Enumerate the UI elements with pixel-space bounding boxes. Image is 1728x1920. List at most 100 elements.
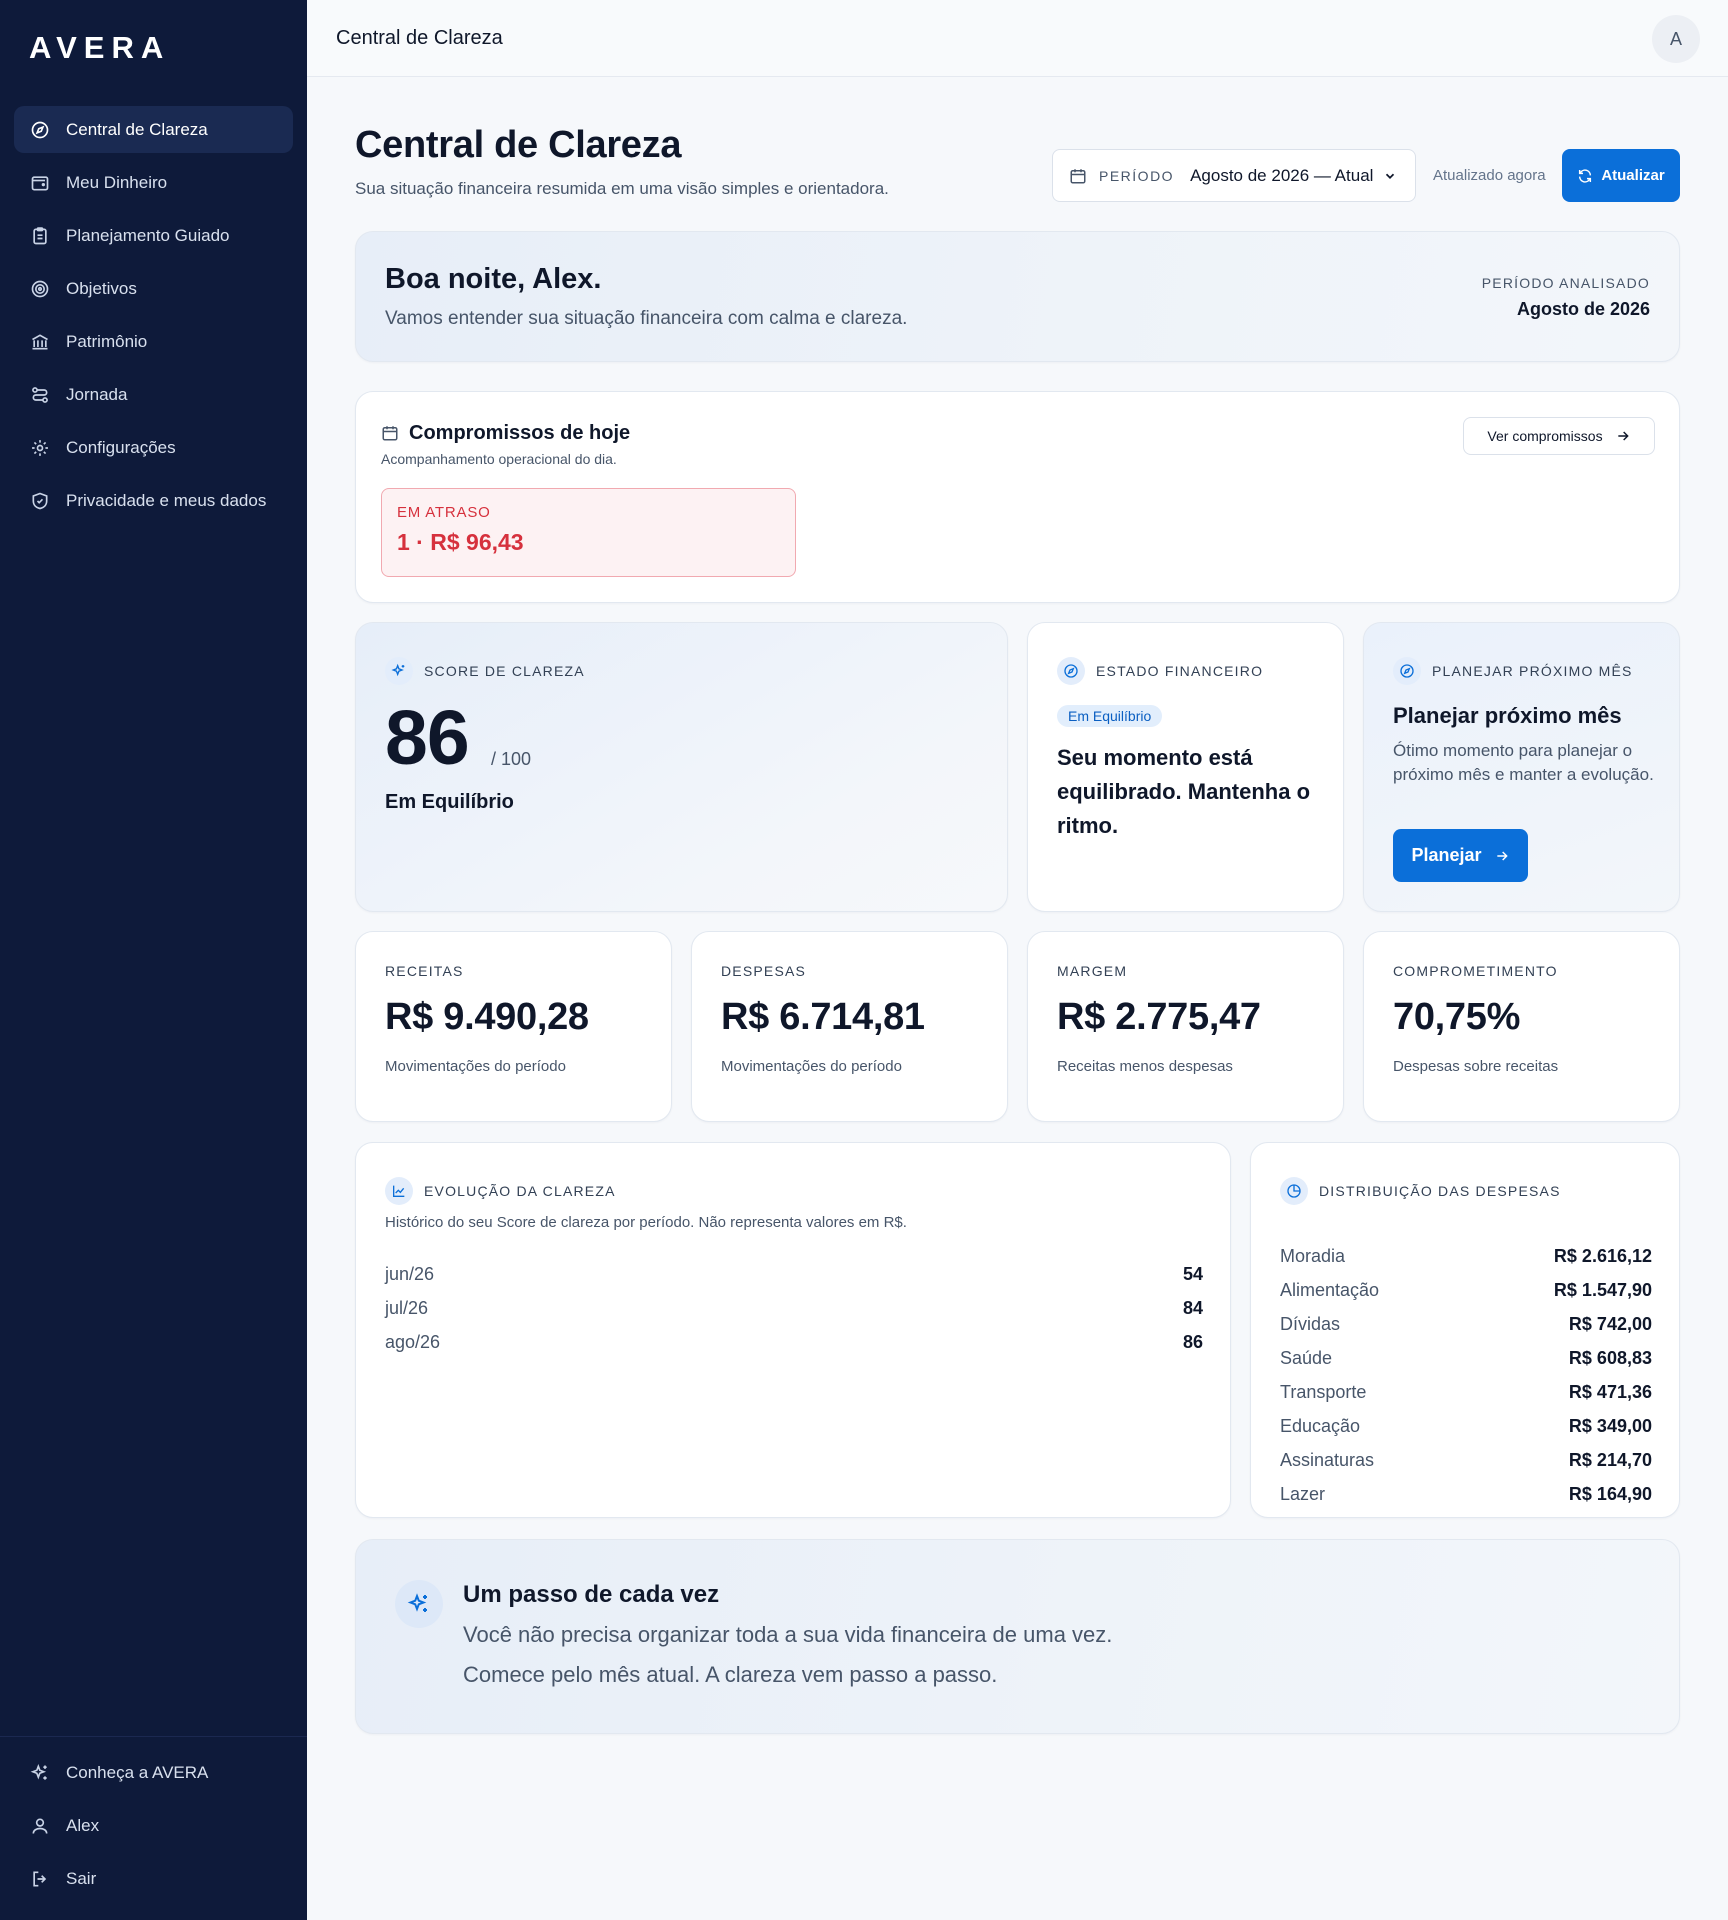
calendar-icon (1070, 168, 1086, 183)
gear-icon (30, 438, 50, 458)
financial-state-card: ESTADO FINANCEIRO Em Equilíbrio Seu mome… (1027, 622, 1344, 912)
view-commitments-button[interactable]: Ver compromissos (1463, 417, 1655, 455)
financial-state-header: ESTADO FINANCEIRO (1057, 657, 1263, 685)
sidebar-item-conheca-avera[interactable]: Conheça a AVERA (14, 1749, 293, 1796)
category-name: Educação (1280, 1415, 1361, 1436)
sidebar-item-label: Conheça a AVERA (66, 1762, 209, 1782)
sidebar-item-privacidade[interactable]: Privacidade e meus dados (14, 477, 293, 524)
list-item: ago/26 86 (385, 1325, 1203, 1359)
sidebar-item-planejamento-guiado[interactable]: Planejamento Guiado (14, 212, 293, 259)
plan-label: PLANEJAR PRÓXIMO MÊS (1432, 663, 1633, 679)
kpi-card-commitment: COMPROMETIMENTO 70,75% Despesas sobre re… (1363, 931, 1680, 1122)
line-chart-icon (385, 1177, 413, 1205)
brand-logo[interactable]: AVERA (29, 30, 170, 66)
kpi-label: DESPESAS (721, 963, 807, 979)
avatar[interactable]: A (1652, 15, 1700, 63)
sidebar-item-label: Meu Dinheiro (66, 172, 168, 192)
sidebar-item-label: Objetivos (66, 278, 137, 298)
logout-icon (30, 1869, 50, 1889)
distribution-label: DISTRIBUIÇÃO DAS DESPESAS (1319, 1183, 1561, 1199)
status-badge: Em Equilíbrio (1057, 705, 1163, 727)
bank-icon (30, 332, 50, 352)
commitments-subtitle: Acompanhamento operacional do dia. (381, 451, 617, 467)
category-value: R$ 349,00 (1568, 1415, 1652, 1436)
kpi-label: COMPROMETIMENTO (1393, 963, 1558, 979)
sidebar-nav: Central de Clareza Meu Dinheiro Planejam… (14, 106, 293, 530)
evolution-list: jun/26 54 jul/26 84 ago/26 86 (385, 1257, 1203, 1359)
list-item: Moradia R$ 2.616,12 (1280, 1239, 1652, 1273)
one-step-line-1: Você não precisa organizar toda a sua vi… (463, 1622, 1113, 1647)
kpi-card-income: RECEITAS R$ 9.490,28 Movimentações do pe… (355, 931, 672, 1122)
arrow-right-icon (1496, 850, 1508, 861)
overdue-box[interactable]: EM ATRASO 1 · R$ 96,43 (381, 488, 796, 577)
period-score: 84 (1182, 1297, 1203, 1318)
financial-state-text: Seu momento está equilibrado. Mantenha o… (1057, 745, 1311, 838)
list-item: Alimentação R$ 1.547,90 (1280, 1273, 1652, 1307)
kpi-value: R$ 6.714,81 (721, 996, 925, 1038)
list-item: Lazer R$ 164,90 (1280, 1477, 1652, 1511)
greeting-subtitle: Vamos entender sua situação financeira c… (385, 308, 908, 329)
plan-button[interactable]: Planejar (1393, 829, 1528, 882)
evolution-header: EVOLUÇÃO DA CLAREZA (385, 1177, 616, 1205)
score-label: SCORE DE CLAREZA (424, 663, 585, 679)
refresh-button[interactable]: Atualizar (1562, 149, 1680, 202)
sidebar-item-configuracoes[interactable]: Configurações (14, 424, 293, 471)
overdue-label: EM ATRASO (397, 504, 491, 521)
score-card: SCORE DE CLAREZA 86 / 100 Em Equilíbrio (355, 622, 1008, 912)
sidebar-item-patrimonio[interactable]: Patrimônio (14, 318, 293, 365)
compass-icon (30, 120, 50, 140)
compass-icon (1057, 657, 1085, 685)
sparkles-icon (30, 1763, 50, 1783)
greeting-title: Boa noite, Alex. (385, 263, 602, 295)
sidebar-item-label: Sair (66, 1868, 97, 1888)
sidebar-item-label: Privacidade e meus dados (66, 490, 267, 510)
wallet-icon (30, 173, 50, 193)
sidebar-item-meu-dinheiro[interactable]: Meu Dinheiro (14, 159, 293, 206)
score-status: Em Equilíbrio (385, 791, 514, 813)
user-icon (30, 1816, 50, 1836)
score-evolution-card: EVOLUÇÃO DA CLAREZA Histórico do seu Sco… (355, 1142, 1231, 1518)
clipboard-icon (30, 226, 50, 246)
sidebar-item-label: Jornada (66, 384, 128, 404)
commitments-title: Compromissos de hoje (409, 422, 631, 444)
score-value: 86 (385, 695, 470, 781)
period-value: Agosto de 2026 — Atual (1190, 165, 1374, 185)
sidebar-item-user[interactable]: Alex (14, 1802, 293, 1849)
topbar: Central de Clareza A (307, 0, 1728, 77)
page-subtitle: Sua situação financeira resumida em uma … (355, 179, 889, 198)
sparkles-icon (385, 657, 413, 685)
refresh-icon (1579, 168, 1592, 183)
kpi-subtitle: Movimentações do período (721, 1058, 902, 1075)
list-item: Educação R$ 349,00 (1280, 1409, 1652, 1443)
sidebar-item-label: Patrimônio (66, 331, 148, 351)
sidebar-item-objetivos[interactable]: Objetivos (14, 265, 293, 312)
page-title: Central de Clareza (355, 124, 682, 166)
period-score: 54 (1182, 1263, 1203, 1284)
list-item: Assinaturas R$ 214,70 (1280, 1443, 1652, 1477)
greeting-card: Boa noite, Alex. Vamos entender sua situ… (355, 231, 1680, 362)
category-name: Dívidas (1280, 1313, 1341, 1334)
chevron-down-icon (1386, 173, 1395, 179)
category-value: R$ 608,83 (1568, 1347, 1652, 1368)
sidebar-item-label: Planejamento Guiado (66, 225, 230, 245)
category-name: Moradia (1280, 1245, 1346, 1266)
sidebar-item-label: Alex (66, 1815, 100, 1835)
period-score: 86 (1182, 1331, 1203, 1352)
kpi-label: RECEITAS (385, 963, 464, 979)
period-select[interactable]: PERÍODO Agosto de 2026 — Atual (1052, 149, 1416, 202)
sidebar-item-central-de-clareza[interactable]: Central de Clareza (14, 106, 293, 153)
period-name: jul/26 (385, 1297, 429, 1318)
compass-icon (1393, 657, 1421, 685)
plan-title: Planejar próximo mês (1393, 703, 1622, 728)
one-step-line-2: Comece pelo mês atual. A clareza vem pas… (463, 1662, 998, 1687)
category-value: R$ 742,00 (1568, 1313, 1652, 1334)
kpi-subtitle: Despesas sobre receitas (1393, 1058, 1559, 1075)
period-name: jun/26 (385, 1263, 435, 1284)
category-value: R$ 214,70 (1568, 1449, 1652, 1470)
expense-distribution-card: DISTRIBUIÇÃO DAS DESPESAS Moradia R$ 2.61… (1250, 1142, 1680, 1518)
sidebar-item-jornada[interactable]: Jornada (14, 371, 293, 418)
kpi-label: MARGEM (1057, 963, 1128, 979)
distribution-header: DISTRIBUIÇÃO DAS DESPESAS (1280, 1177, 1561, 1205)
commitments-card: Compromissos de hoje Acompanhamento oper… (355, 391, 1680, 603)
sidebar-item-sair[interactable]: Sair (14, 1855, 293, 1902)
